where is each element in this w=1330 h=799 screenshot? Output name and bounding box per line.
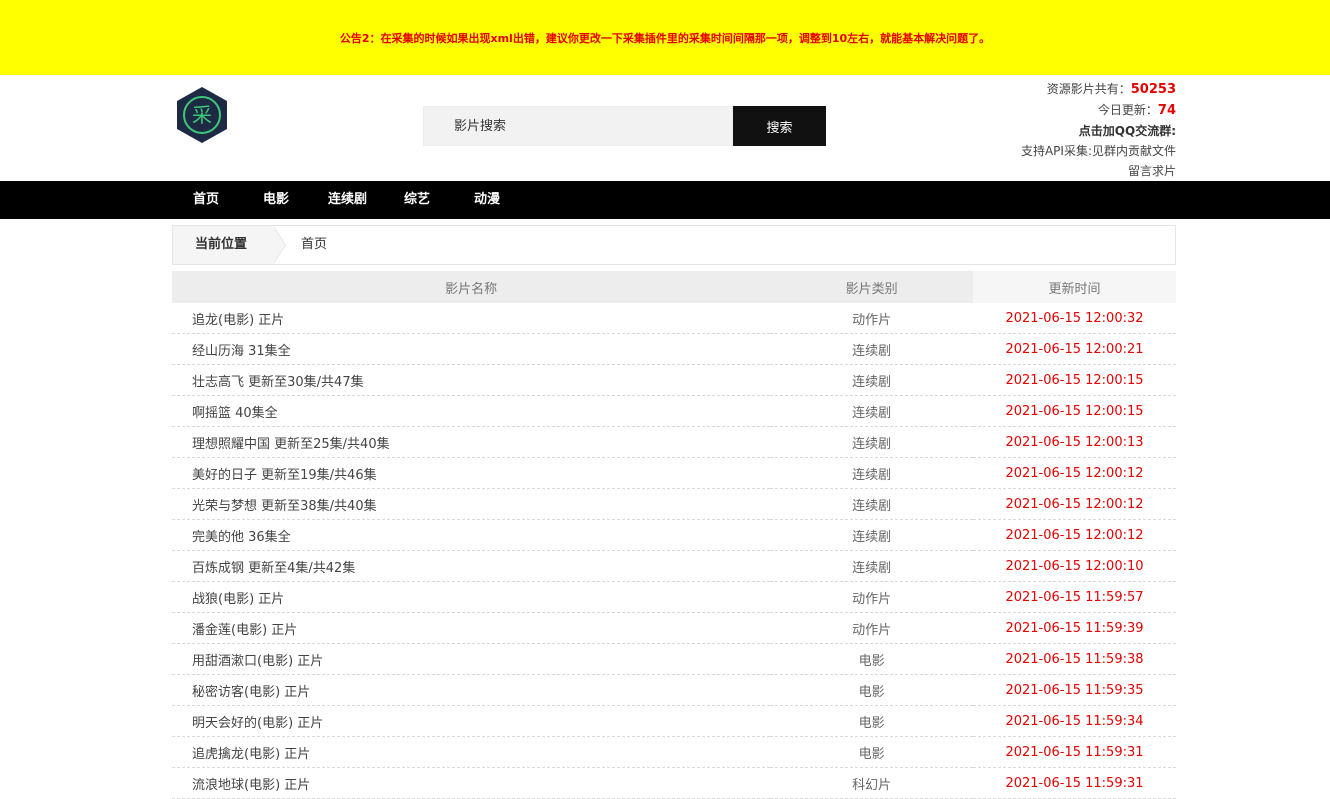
movie-category: 动作片: [770, 581, 973, 613]
movie-title-link[interactable]: 壮志高飞 更新至30集/共47集: [172, 364, 771, 396]
header-title: 影片名称: [172, 271, 771, 303]
movie-category: 动作片: [770, 612, 973, 644]
site-logo[interactable]: 采: [172, 85, 232, 145]
movie-title-link[interactable]: 完美的他 36集全: [172, 519, 771, 551]
movie-update-time: 2021-06-15 12:00:15: [972, 395, 1176, 427]
movie-title-link[interactable]: 美好的日子 更新至19集/共46集: [172, 457, 771, 489]
table-row: 理想照耀中国 更新至25集/共40集 连续剧 2021-06-15 12:00:13: [172, 426, 1176, 458]
movie-category: 电影: [770, 643, 973, 675]
table-row: 追龙(电影) 正片 动作片 2021-06-15 12:00:32: [172, 303, 1176, 334]
movie-category: 连续剧: [770, 333, 973, 365]
table-row: 光荣与梦想 更新至38集/共40集 连续剧 2021-06-15 12:00:12: [172, 488, 1176, 520]
api-info-link[interactable]: 支持API采集:见群内贡献文件: [1021, 141, 1176, 161]
table-row: 美好的日子 更新至19集/共46集 连续剧 2021-06-15 12:00:12: [172, 457, 1176, 489]
nav-item-home[interactable]: 首页: [193, 181, 219, 219]
movie-title-link[interactable]: 光荣与梦想 更新至38集/共40集: [172, 488, 771, 520]
nav-item-series[interactable]: 连续剧: [328, 181, 367, 219]
movie-category: 连续剧: [770, 550, 973, 582]
movie-update-time: 2021-06-15 11:59:31: [972, 736, 1176, 768]
movie-title-link[interactable]: 明天会好的(电影) 正片: [172, 705, 771, 737]
table-row: 用甜酒漱口(电影) 正片 电影 2021-06-15 11:59:38: [172, 643, 1176, 675]
breadcrumb-arrow: [273, 226, 285, 264]
table-row: 秘密访客(电影) 正片 电影 2021-06-15 11:59:35: [172, 674, 1176, 706]
movie-title-link[interactable]: 啊摇篮 40集全: [172, 395, 771, 427]
today-count: 74: [1157, 103, 1176, 118]
header-updated: 更新时间: [972, 271, 1176, 303]
movie-category: 连续剧: [770, 395, 973, 427]
table-row: 战狼(电影) 正片 动作片 2021-06-15 11:59:57: [172, 581, 1176, 613]
total-label: 资源影片共有：: [1046, 82, 1131, 96]
movie-update-time: 2021-06-15 12:00:32: [972, 303, 1176, 334]
movie-update-time: 2021-06-15 11:59:57: [972, 581, 1176, 613]
table-row: 经山历海 31集全 连续剧 2021-06-15 12:00:21: [172, 333, 1176, 365]
movie-title-link[interactable]: 追龙(电影) 正片: [172, 303, 771, 334]
nav-item-variety[interactable]: 综艺: [404, 181, 430, 219]
movie-title-link[interactable]: 流浪地球(电影) 正片: [172, 767, 771, 799]
table-row: 完美的他 36集全 连续剧 2021-06-15 12:00:12: [172, 519, 1176, 551]
table-row: 壮志高飞 更新至30集/共47集 连续剧 2021-06-15 12:00:15: [172, 364, 1176, 396]
qq-group-link[interactable]: 点击加QQ交流群:: [1021, 121, 1176, 141]
table-header-row: 影片名称 影片类别 更新时间: [172, 271, 1176, 303]
movie-update-time: 2021-06-15 11:59:34: [972, 705, 1176, 737]
movie-category: 连续剧: [770, 364, 973, 396]
movie-title-link[interactable]: 百炼成钢 更新至4集/共42集: [172, 550, 771, 582]
movie-title-link[interactable]: 追虎擒龙(电影) 正片: [172, 736, 771, 768]
movie-category: 连续剧: [770, 457, 973, 489]
movie-title-link[interactable]: 理想照耀中国 更新至25集/共40集: [172, 426, 771, 458]
breadcrumb: 当前位置 首页: [172, 225, 1176, 265]
movie-title-link[interactable]: 经山历海 31集全: [172, 333, 771, 365]
movie-category: 动作片: [770, 303, 973, 334]
table-row: 明天会好的(电影) 正片 电影 2021-06-15 11:59:34: [172, 705, 1176, 737]
movie-category: 电影: [770, 736, 973, 768]
movie-category: 科幻片: [770, 767, 973, 799]
search-input[interactable]: [423, 106, 733, 146]
main-nav: 首页 电影 连续剧 综艺 动漫: [0, 181, 1330, 219]
movie-category: 连续剧: [770, 426, 973, 458]
nav-item-anime[interactable]: 动漫: [474, 181, 500, 219]
search-button[interactable]: 搜索: [733, 106, 826, 146]
movie-update-time: 2021-06-15 11:59:31: [972, 767, 1176, 799]
movie-update-time: 2021-06-15 11:59:38: [972, 643, 1176, 675]
table-row: 啊摇篮 40集全 连续剧 2021-06-15 12:00:15: [172, 395, 1176, 427]
table-row: 潘金莲(电影) 正片 动作片 2021-06-15 11:59:39: [172, 612, 1176, 644]
table-row: 百炼成钢 更新至4集/共42集 连续剧 2021-06-15 12:00:10: [172, 550, 1176, 582]
header-category: 影片类别: [770, 271, 973, 303]
movie-update-time: 2021-06-15 11:59:35: [972, 674, 1176, 706]
movie-update-time: 2021-06-15 11:59:39: [972, 612, 1176, 644]
movie-update-time: 2021-06-15 12:00:12: [972, 457, 1176, 489]
movie-update-time: 2021-06-15 12:00:10: [972, 550, 1176, 582]
announcement-text: 公告2：在采集的时候如果出现xml出错，建议你更改一下采集插件里的采集时间间隔那…: [339, 31, 991, 45]
today-label: 今日更新：: [1097, 103, 1158, 117]
movie-update-time: 2021-06-15 12:00:15: [972, 364, 1176, 396]
breadcrumb-home-link[interactable]: 首页: [301, 226, 327, 264]
movie-category: 连续剧: [770, 519, 973, 551]
site-header: 采 搜索 资源影片共有：50253 今日更新：74 点击加QQ交流群: 支持AP…: [0, 75, 1330, 181]
table-row: 流浪地球(电影) 正片 科幻片 2021-06-15 11:59:31: [172, 767, 1176, 799]
movie-title-link[interactable]: 潘金莲(电影) 正片: [172, 612, 771, 644]
announcement-bar: 公告2：在采集的时候如果出现xml出错，建议你更改一下采集插件里的采集时间间隔那…: [0, 0, 1330, 75]
movie-update-time: 2021-06-15 12:00:13: [972, 426, 1176, 458]
logo-glyph: 采: [192, 103, 212, 127]
movie-title-link[interactable]: 用甜酒漱口(电影) 正片: [172, 643, 771, 675]
movie-update-time: 2021-06-15 12:00:12: [972, 519, 1176, 551]
breadcrumb-label: 当前位置: [173, 226, 273, 264]
movie-title-link[interactable]: 战狼(电影) 正片: [172, 581, 771, 613]
movie-table: 影片名称 影片类别 更新时间 追龙(电影) 正片 动作片 2021-06-15 12…: [172, 271, 1176, 799]
table-row: 追虎擒龙(电影) 正片 电影 2021-06-15 11:59:31: [172, 736, 1176, 768]
logo-icon: 采: [177, 87, 227, 143]
movie-update-time: 2021-06-15 12:00:12: [972, 488, 1176, 520]
nav-item-movies[interactable]: 电影: [263, 181, 289, 219]
movie-update-time: 2021-06-15 12:00:21: [972, 333, 1176, 365]
site-stats: 资源影片共有：50253 今日更新：74 点击加QQ交流群: 支持API采集:见…: [1021, 79, 1176, 181]
movie-category: 电影: [770, 705, 973, 737]
movie-title-link[interactable]: 秘密访客(电影) 正片: [172, 674, 771, 706]
total-count: 50253: [1130, 82, 1176, 97]
movie-category: 连续剧: [770, 488, 973, 520]
movie-category: 电影: [770, 674, 973, 706]
request-movie-link[interactable]: 留言求片: [1021, 161, 1176, 181]
